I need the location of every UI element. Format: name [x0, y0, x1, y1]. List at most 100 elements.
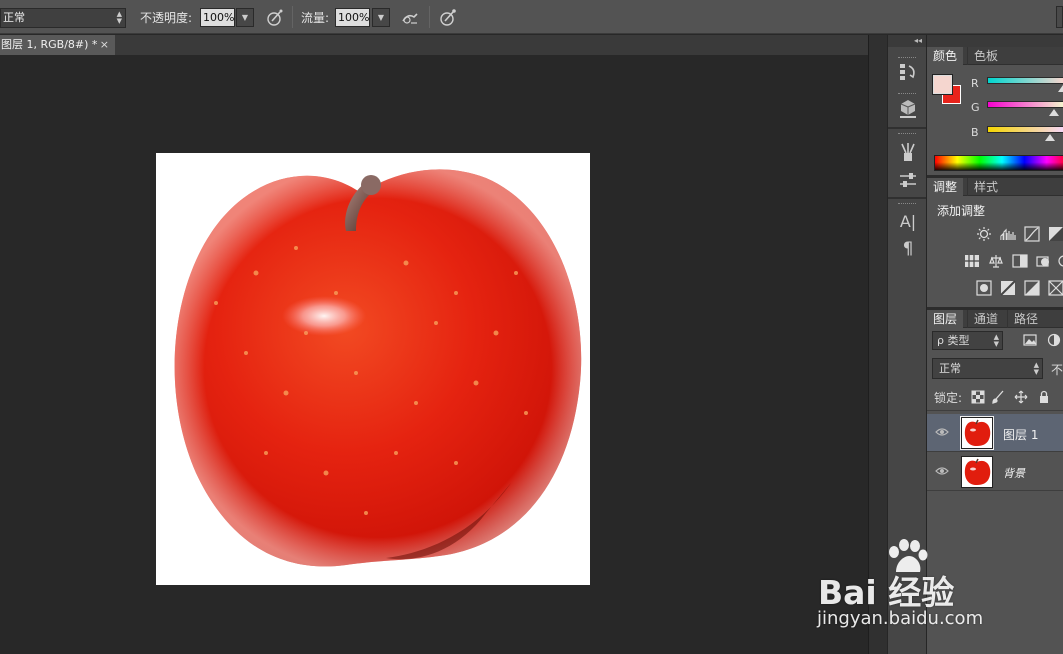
- paragraph-icon[interactable]: ¶: [897, 238, 919, 260]
- blend-mode-value: 正常: [3, 11, 25, 24]
- document-tab-title: 图层 1, RGB/8#) *: [1, 38, 98, 51]
- tab-adjustments[interactable]: 调整: [927, 178, 964, 196]
- separator: [429, 6, 430, 28]
- document-tab-bar: 图层 1, RGB/8#) * ×: [0, 35, 868, 55]
- layer-blend-mode-select[interactable]: 正常 ▲ ▼: [932, 358, 1043, 379]
- layer-thumbnail[interactable]: [960, 416, 994, 450]
- channel-g-slider[interactable]: [987, 101, 1063, 108]
- watermark-url: jingyan.baidu.com: [817, 608, 984, 629]
- foreground-color-swatch[interactable]: [932, 74, 953, 95]
- flow-input[interactable]: 100%: [335, 8, 370, 27]
- baidu-watermark: Bai 经验 jingyan.baidu.com: [812, 538, 1012, 638]
- blend-mode-select[interactable]: 正常 ▲ ▼: [0, 8, 126, 28]
- character-icon[interactable]: A|: [897, 211, 919, 233]
- tab-swatches[interactable]: 色板: [967, 47, 1004, 65]
- document-canvas[interactable]: [156, 153, 590, 585]
- flow-dropdown-button[interactable]: ▼: [372, 8, 390, 27]
- vibrance-icon[interactable]: [964, 253, 980, 269]
- curves-icon[interactable]: [1024, 226, 1040, 242]
- dock-separator: [888, 197, 926, 199]
- brush-icon[interactable]: [897, 141, 919, 163]
- panel-header: [927, 35, 1063, 47]
- layer-blend-mode-value: 正常: [939, 362, 961, 375]
- channel-mixer-icon[interactable]: [1056, 253, 1063, 269]
- eye-icon[interactable]: [935, 426, 949, 438]
- 3d-icon[interactable]: [897, 97, 919, 119]
- eye-icon[interactable]: [935, 465, 949, 477]
- select-arrows-icon: ▲ ▼: [1033, 361, 1039, 376]
- layer-filter-value: ρ 类型: [937, 334, 970, 347]
- tab-layers[interactable]: 图层: [927, 310, 964, 328]
- levels-icon[interactable]: [1000, 226, 1016, 242]
- lock-transparent-icon[interactable]: [971, 390, 985, 404]
- pressure-size-icon[interactable]: [437, 7, 459, 29]
- watermark-brand: Bai 经验: [818, 573, 955, 612]
- channel-g-label: G: [971, 101, 980, 114]
- layer-thumbnail[interactable]: [961, 456, 993, 488]
- tab-channels[interactable]: 通道: [967, 310, 1004, 328]
- tab-color[interactable]: 颜色: [927, 47, 964, 65]
- pressure-opacity-icon[interactable]: [264, 7, 286, 29]
- channel-r-label: R: [971, 77, 979, 90]
- layers-panel-tabs: 图层 通道 路径: [927, 310, 1063, 328]
- channel-g-knob[interactable]: [1049, 109, 1059, 116]
- photo-filter-icon[interactable]: [1036, 253, 1052, 269]
- separator: [292, 6, 293, 28]
- layer-row[interactable]: 背景: [927, 453, 1063, 491]
- grip-icon[interactable]: [898, 203, 916, 206]
- channel-r-slider[interactable]: [987, 77, 1063, 84]
- color-spectrum[interactable]: [934, 155, 1063, 171]
- opacity-dropdown-button[interactable]: ▼: [236, 8, 254, 27]
- canvas-area[interactable]: [0, 55, 868, 654]
- tab-paths[interactable]: 路径: [1007, 310, 1044, 328]
- channel-r-knob[interactable]: [1058, 85, 1063, 92]
- channel-b-knob[interactable]: [1045, 134, 1055, 141]
- brightness-icon[interactable]: [976, 226, 992, 242]
- add-adjustment-title: 添加调整: [937, 204, 986, 218]
- document-tab[interactable]: 图层 1, RGB/8#) * ×: [0, 35, 115, 55]
- gradient-map-icon[interactable]: [1048, 280, 1063, 296]
- close-icon[interactable]: ×: [100, 35, 109, 55]
- lock-position-icon[interactable]: [1014, 390, 1028, 404]
- threshold-icon[interactable]: [1024, 280, 1040, 296]
- dock-separator: [888, 127, 926, 129]
- tab-styles[interactable]: 样式: [967, 178, 1004, 196]
- invert-icon[interactable]: [976, 280, 992, 296]
- flow-label: 流量:: [301, 11, 330, 25]
- airbrush-icon[interactable]: [399, 7, 421, 29]
- image-filter-icon[interactable]: [1023, 333, 1037, 347]
- apple-thumbnail: [964, 458, 991, 485]
- channel-b-label: B: [971, 126, 979, 139]
- panel-divider: [927, 410, 1063, 411]
- history-icon[interactable]: [897, 61, 919, 83]
- opacity-input[interactable]: 100%: [200, 8, 235, 27]
- grip-icon[interactable]: [898, 93, 916, 96]
- color-balance-icon[interactable]: [988, 253, 1004, 269]
- layer-row[interactable]: 图层 1: [927, 414, 1063, 452]
- lock-pixels-icon[interactable]: [991, 390, 1005, 404]
- apple-thumbnail: [964, 419, 991, 446]
- black-white-icon[interactable]: [1012, 253, 1028, 269]
- brush-presets-icon[interactable]: [897, 169, 919, 191]
- collapse-icon[interactable]: ◂◂: [888, 35, 926, 47]
- select-arrows-icon: ▲ ▼: [116, 10, 122, 25]
- lock-label: 锁定:: [934, 391, 963, 405]
- options-bar: 正常 ▲ ▼ 不透明度: 100% ▼ 流量: 100% ▼: [0, 0, 1063, 34]
- layer-opacity-label: 不: [1051, 363, 1063, 377]
- adjustment-filter-icon[interactable]: [1047, 333, 1061, 347]
- workspace-button[interactable]: [1056, 6, 1063, 28]
- posterize-icon[interactable]: [1000, 280, 1016, 296]
- color-panel-tabs: 颜色 色板: [927, 47, 1063, 65]
- layer-filter-select[interactable]: ρ 类型 ▲ ▼: [932, 331, 1003, 350]
- opacity-label: 不透明度:: [140, 11, 193, 25]
- grip-icon[interactable]: [898, 133, 916, 136]
- lock-all-icon[interactable]: [1037, 390, 1051, 404]
- channel-b-slider[interactable]: [987, 126, 1063, 133]
- select-arrows-icon: ▲ ▼: [993, 333, 999, 348]
- exposure-icon[interactable]: [1048, 226, 1063, 242]
- photoshop-window: 正常 ▲ ▼ 不透明度: 100% ▼ 流量: 100% ▼ 图层 1, RGB…: [0, 0, 1063, 654]
- adjust-panel-tabs: 调整 样式: [927, 178, 1063, 196]
- layer-name[interactable]: 背景: [1003, 465, 1025, 481]
- layer-name[interactable]: 图层 1: [1003, 426, 1038, 443]
- grip-icon[interactable]: [898, 57, 916, 60]
